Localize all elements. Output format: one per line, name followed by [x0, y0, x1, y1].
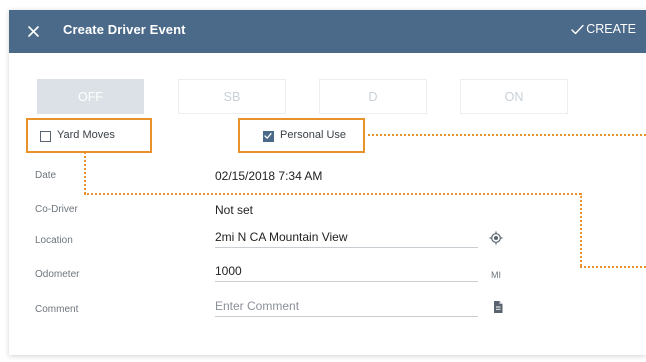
odometer-label: Odometer [35, 269, 80, 280]
checkmark-icon [264, 132, 272, 139]
personal-use-label: Personal Use [280, 129, 347, 141]
create-driver-event-dialog: Create Driver Event CREATE OFF SB D ON Y… [9, 10, 646, 355]
yard-moves-label: Yard Moves [57, 129, 115, 141]
location-input[interactable]: 2mi N CA Mountain View [215, 230, 478, 248]
personal-use-callout-line [368, 134, 646, 136]
yard-moves-checkbox[interactable] [40, 131, 51, 142]
yard-moves-callout-line-down [580, 193, 582, 266]
status-off-button[interactable]: OFF [37, 79, 144, 114]
check-icon [571, 24, 584, 34]
screen: Create Driver Event CREATE OFF SB D ON Y… [0, 0, 646, 362]
yard-moves-callout-line-horizontal [84, 193, 581, 195]
create-button[interactable]: CREATE [571, 22, 636, 36]
create-button-label: CREATE [586, 22, 636, 36]
dialog-header: Create Driver Event CREATE [9, 10, 646, 53]
comment-input[interactable]: Enter Comment [215, 299, 478, 317]
gps-target-icon[interactable] [489, 231, 503, 245]
close-icon [27, 25, 39, 37]
date-value[interactable]: 02/15/2018 7:34 AM [215, 169, 322, 183]
dialog-title: Create Driver Event [63, 22, 186, 37]
date-label: Date [35, 170, 57, 181]
status-d-button[interactable]: D [319, 79, 427, 114]
close-button[interactable] [23, 21, 43, 41]
status-sb-button[interactable]: SB [178, 79, 286, 114]
yard-moves-callout-line-vertical [84, 152, 86, 194]
yard-moves-callout-line-end [580, 266, 646, 268]
co-driver-value[interactable]: Not set [215, 203, 253, 217]
personal-use-checkbox[interactable] [263, 131, 274, 142]
location-label: Location [35, 235, 73, 246]
status-on-button[interactable]: ON [460, 79, 568, 114]
odometer-input[interactable]: 1000 [215, 264, 478, 282]
document-icon[interactable] [491, 300, 505, 314]
odometer-unit: MI [491, 270, 501, 280]
co-driver-label: Co-Driver [35, 204, 78, 215]
personal-use-highlight: Personal Use [238, 118, 365, 153]
comment-label: Comment [35, 304, 79, 315]
yard-moves-highlight: Yard Moves [26, 118, 152, 153]
